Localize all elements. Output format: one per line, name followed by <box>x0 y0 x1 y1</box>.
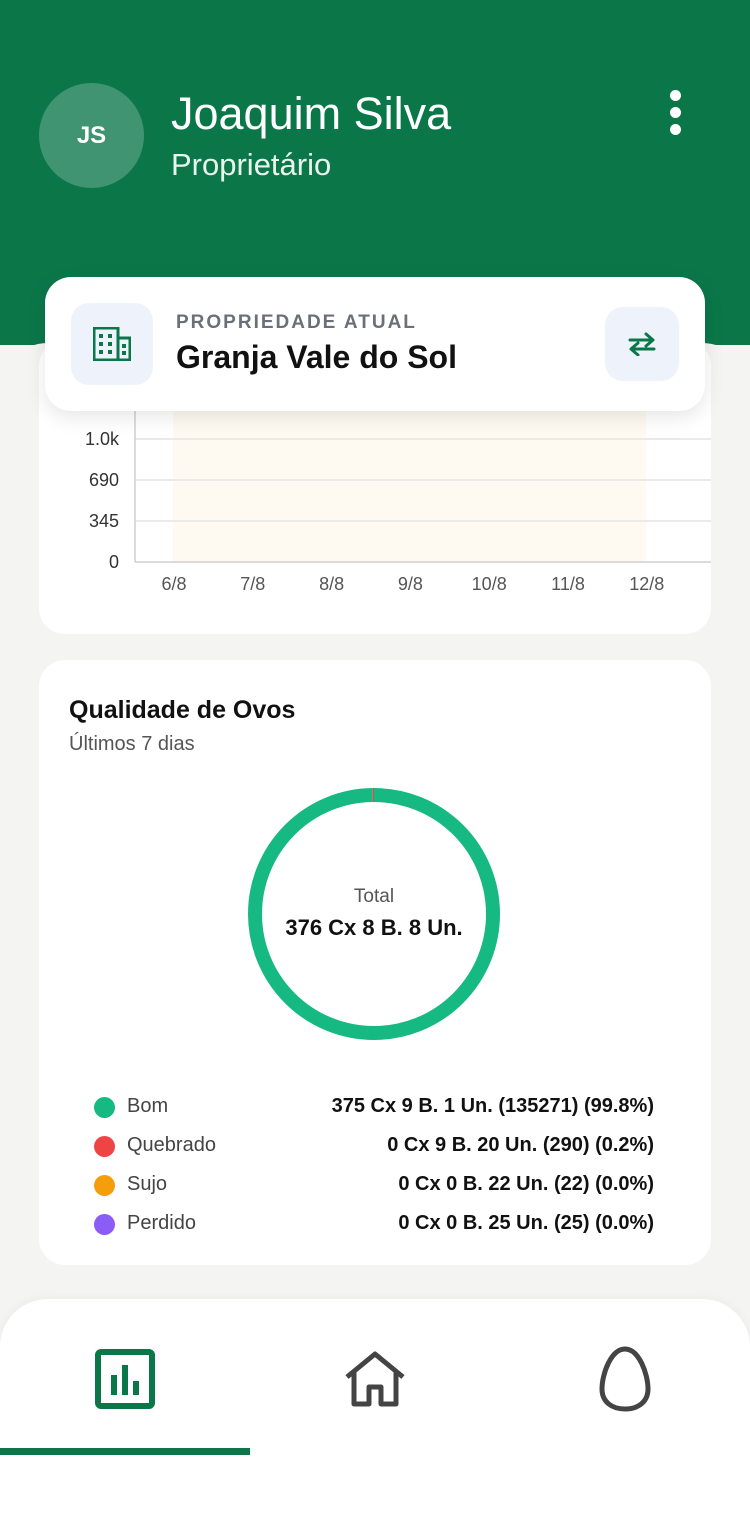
legend-item: Bom 375 Cx 9 B. 1 Un. (135271) (99.8%) <box>94 1092 654 1131</box>
nav-tab-dashboard[interactable] <box>0 1339 250 1419</box>
avatar[interactable]: JS <box>39 83 144 188</box>
more-vertical-icon[interactable] <box>650 84 700 140</box>
legend-value: 0 Cx 0 B. 25 Un. (25) (0.0%) <box>398 1212 654 1234</box>
bottom-navigation <box>0 1299 750 1519</box>
x-tick-label: 9/8 <box>398 574 423 594</box>
legend-item: Perdido 0 Cx 0 B. 25 Un. (25) (0.0%) <box>94 1209 654 1248</box>
x-tick-label: 6/8 <box>161 574 186 594</box>
chart-highlight-band <box>173 400 646 562</box>
swap-arrows-icon[interactable] <box>605 307 679 381</box>
nav-tab-eggs[interactable] <box>500 1339 750 1419</box>
legend-dot <box>94 1097 115 1118</box>
property-name: Granja Vale do Sol <box>176 339 457 375</box>
quality-donut-chart <box>248 788 500 1040</box>
legend-value: 0 Cx 9 B. 20 Un. (290) (0.2%) <box>387 1134 654 1156</box>
active-tab-indicator <box>0 1448 250 1455</box>
bar-chart-icon <box>95 1349 155 1409</box>
x-tick-label: 12/8 <box>629 574 664 594</box>
x-tick-label: 8/8 <box>319 574 344 594</box>
user-name: Joaquim Silva <box>171 88 452 139</box>
user-role: Proprietário <box>171 147 332 182</box>
y-tick-label: 690 <box>89 470 119 490</box>
legend-label: Quebrado <box>127 1134 216 1156</box>
legend-label: Sujo <box>127 1173 168 1195</box>
x-tick-label: 7/8 <box>240 574 265 594</box>
legend-dot <box>94 1136 115 1157</box>
building-icon <box>71 303 153 385</box>
donut-total-value: 376 Cx 8 B. 8 Un. <box>285 915 463 940</box>
egg-quality-card: Qualidade de Ovos Últimos 7 dias Total 3… <box>39 660 711 1265</box>
y-tick-label: 0 <box>109 552 119 572</box>
legend-item: Sujo 0 Cx 0 B. 22 Un. (22) (0.0%) <box>94 1170 654 1209</box>
quality-title: Qualidade de Ovos <box>69 696 296 724</box>
donut-total-label: Total <box>353 886 395 907</box>
legend-value: 0 Cx 0 B. 22 Un. (22) (0.0%) <box>398 1173 654 1195</box>
egg-icon <box>599 1346 651 1412</box>
legend-label: Bom <box>127 1095 169 1117</box>
current-property-card: PROPRIEDADE ATUAL Granja Vale do Sol <box>45 277 705 411</box>
y-tick-label: 1.0k <box>85 429 120 449</box>
quality-subtitle: Últimos 7 dias <box>69 733 195 755</box>
legend-label: Perdido <box>127 1212 196 1234</box>
x-tick-label: 11/8 <box>551 574 585 594</box>
legend-dot <box>94 1175 115 1196</box>
home-icon <box>345 1351 405 1407</box>
y-tick-label: 345 <box>89 511 119 531</box>
quality-legend: Bom 375 Cx 9 B. 1 Un. (135271) (99.8%) Q… <box>94 1092 654 1248</box>
donut-segment <box>248 788 500 1040</box>
legend-dot <box>94 1214 115 1235</box>
property-label: PROPRIEDADE ATUAL <box>176 312 417 333</box>
nav-tab-home[interactable] <box>250 1339 500 1419</box>
x-tick-label: 10/8 <box>472 574 507 594</box>
legend-value: 375 Cx 9 B. 1 Un. (135271) (99.8%) <box>331 1095 654 1117</box>
legend-item: Quebrado 0 Cx 9 B. 20 Un. (290) (0.2%) <box>94 1131 654 1170</box>
